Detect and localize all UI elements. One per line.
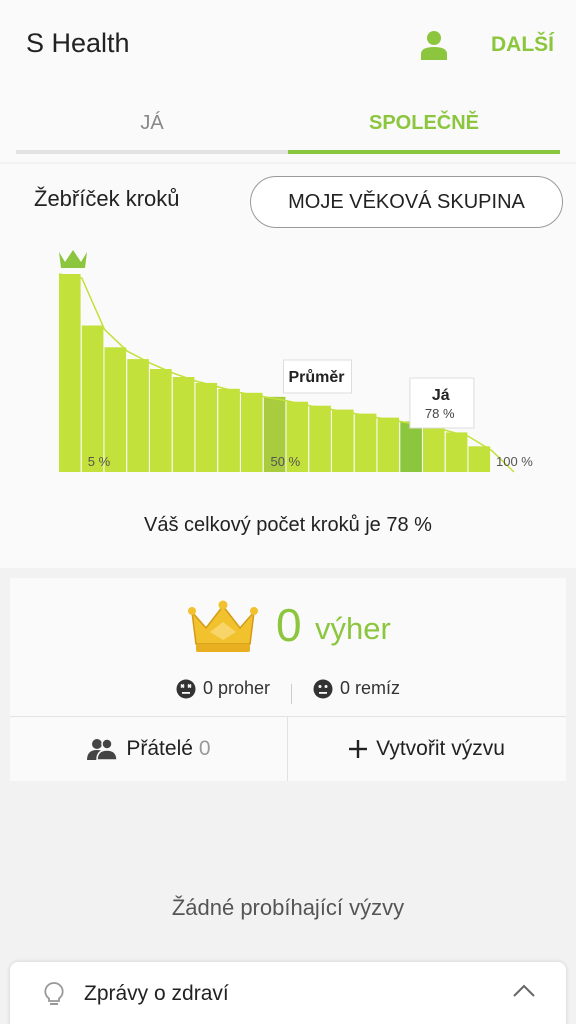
losses-text: 0 proher: [202, 678, 270, 698]
stats-divider: [291, 683, 293, 704]
step-summary: Váš celkový počet kroků je 78 %: [144, 514, 432, 536]
leaderboard-title: Žebříček kroků: [34, 186, 180, 211]
chevron-up-icon[interactable]: [512, 984, 536, 998]
create-challenge-button[interactable]: Vytvořit výzvu: [288, 717, 566, 781]
step-ranking-chart: 5 % 50 % 100 % Průměr Já 78 %: [58, 250, 533, 473]
step-leaderboard-card: Žebříček kroků MOJE VĚKOVÁ SKUPINA 5 % 50…: [0, 164, 576, 568]
lightbulb-icon: [44, 982, 64, 1005]
chart-bar: [195, 382, 218, 472]
friends-icon: [87, 738, 119, 760]
chart-bar: [332, 409, 354, 472]
app-title: S Health: [26, 28, 130, 58]
chart-bar: [218, 388, 240, 472]
draws-stat: 0 remíz: [313, 678, 400, 699]
challenge-actions: Přátelé 0 Vytvořit výzvu: [10, 716, 566, 781]
me-label: Já: [432, 387, 450, 404]
tab-bar: JÁ SPOLEČNĚ: [0, 92, 576, 162]
age-group-button[interactable]: MOJE VĚKOVÁ SKUPINA: [250, 176, 563, 228]
draws-text: 0 remíz: [340, 678, 401, 698]
chart-bar: [423, 426, 445, 472]
tab-me[interactable]: JÁ: [16, 92, 288, 154]
chart-bar: [400, 421, 422, 472]
chart-bar: [127, 359, 149, 472]
draw-face-icon: [313, 679, 333, 698]
more-button[interactable]: DALŠÍ: [491, 33, 554, 57]
chart-bar: [377, 417, 400, 472]
friends-count: 0: [198, 737, 211, 760]
friends-button[interactable]: Přátelé 0: [10, 717, 288, 781]
health-news-label: Zprávy o zdraví: [84, 982, 229, 1005]
chart-bar: [81, 325, 104, 472]
chart-bar: [354, 413, 377, 472]
chart-bar: [59, 274, 81, 472]
chart-bar: [445, 432, 468, 472]
me-value-label: 78 %: [425, 406, 455, 421]
tab-together[interactable]: SPOLEČNĚ: [288, 92, 560, 154]
chart-bar: [150, 369, 172, 472]
chart-bar: [241, 392, 263, 472]
chart-bar: [309, 405, 331, 472]
chart-tick-label: 50 %: [271, 454, 301, 469]
wins-label: výher: [315, 611, 391, 646]
chart-tick-label: 100 %: [496, 454, 533, 469]
empty-challenges-message: Žádné probíhající výzvy: [171, 895, 405, 920]
crown-icon: [188, 600, 258, 652]
wins-count: 0: [276, 599, 302, 651]
chart-bar: [172, 377, 195, 472]
challenge-stats-card: 0 výher 0 proher 0 remíz Přátelé 0 Vytvo…: [10, 578, 566, 781]
losses-stat: 0 proher: [176, 678, 270, 699]
person-icon[interactable]: [420, 30, 448, 60]
chart-tick-label: 5 %: [88, 454, 111, 469]
top-crown-icon: [59, 250, 87, 268]
create-challenge-label: Vytvořit výzvu: [376, 737, 505, 760]
health-news-card[interactable]: Zprávy o zdraví: [10, 962, 566, 1024]
plus-icon: [349, 740, 368, 758]
chart-bar: [468, 446, 491, 472]
app-header: S Health DALŠÍ: [0, 0, 576, 92]
friends-label: Přátelé: [126, 737, 193, 760]
average-label: Průměr: [289, 369, 345, 386]
loss-face-icon: [176, 679, 196, 698]
results-row: 0 proher 0 remíz: [10, 678, 566, 704]
